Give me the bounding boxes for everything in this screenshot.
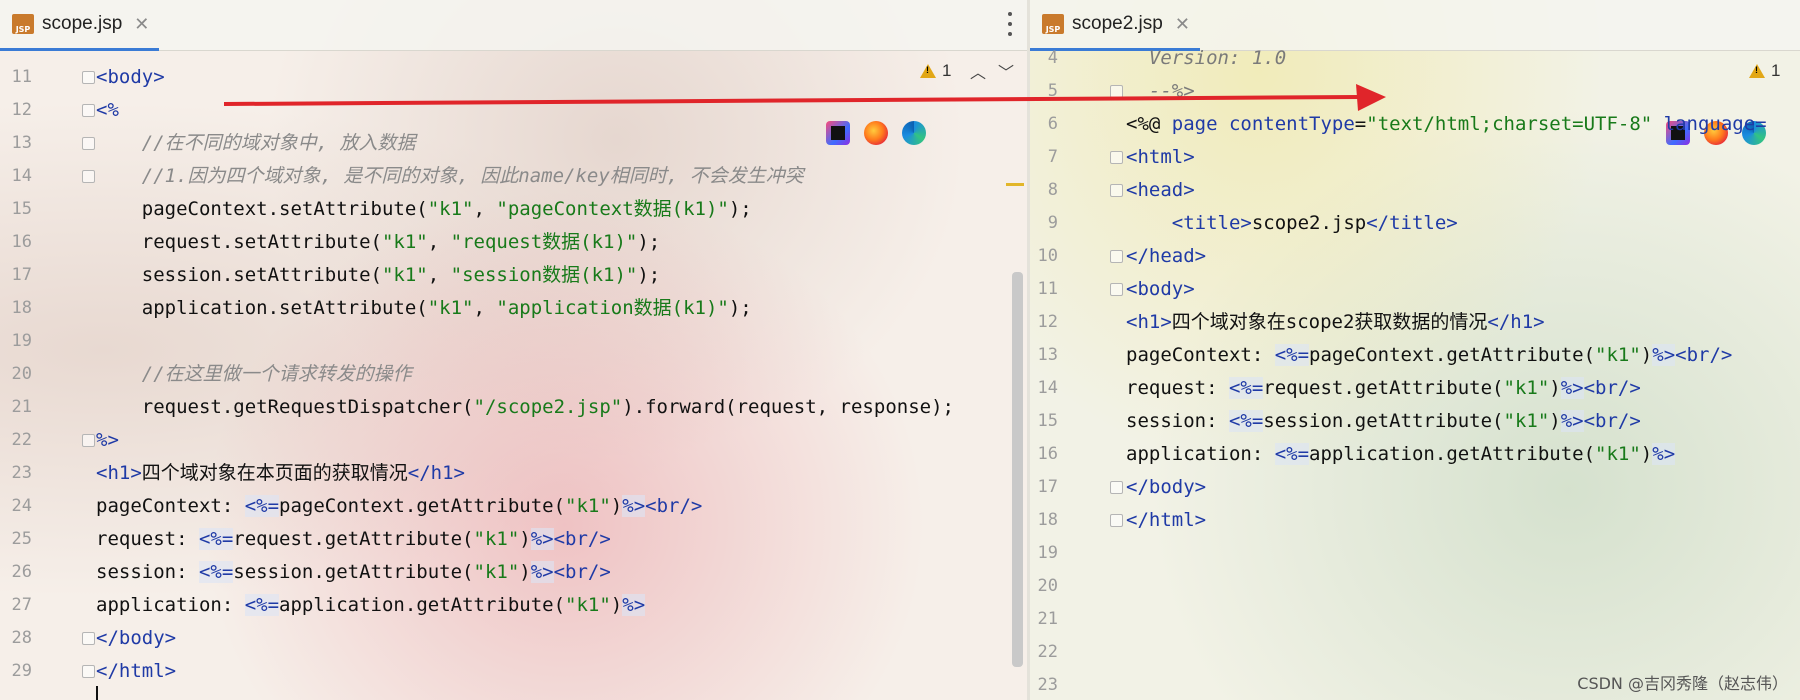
arrow-head [1356,84,1386,111]
arrow-shaft [223,95,1361,106]
watermark: CSDN @吉冈秀隆（赵志伟） [1577,674,1788,693]
annotation-arrow [223,84,1386,111]
